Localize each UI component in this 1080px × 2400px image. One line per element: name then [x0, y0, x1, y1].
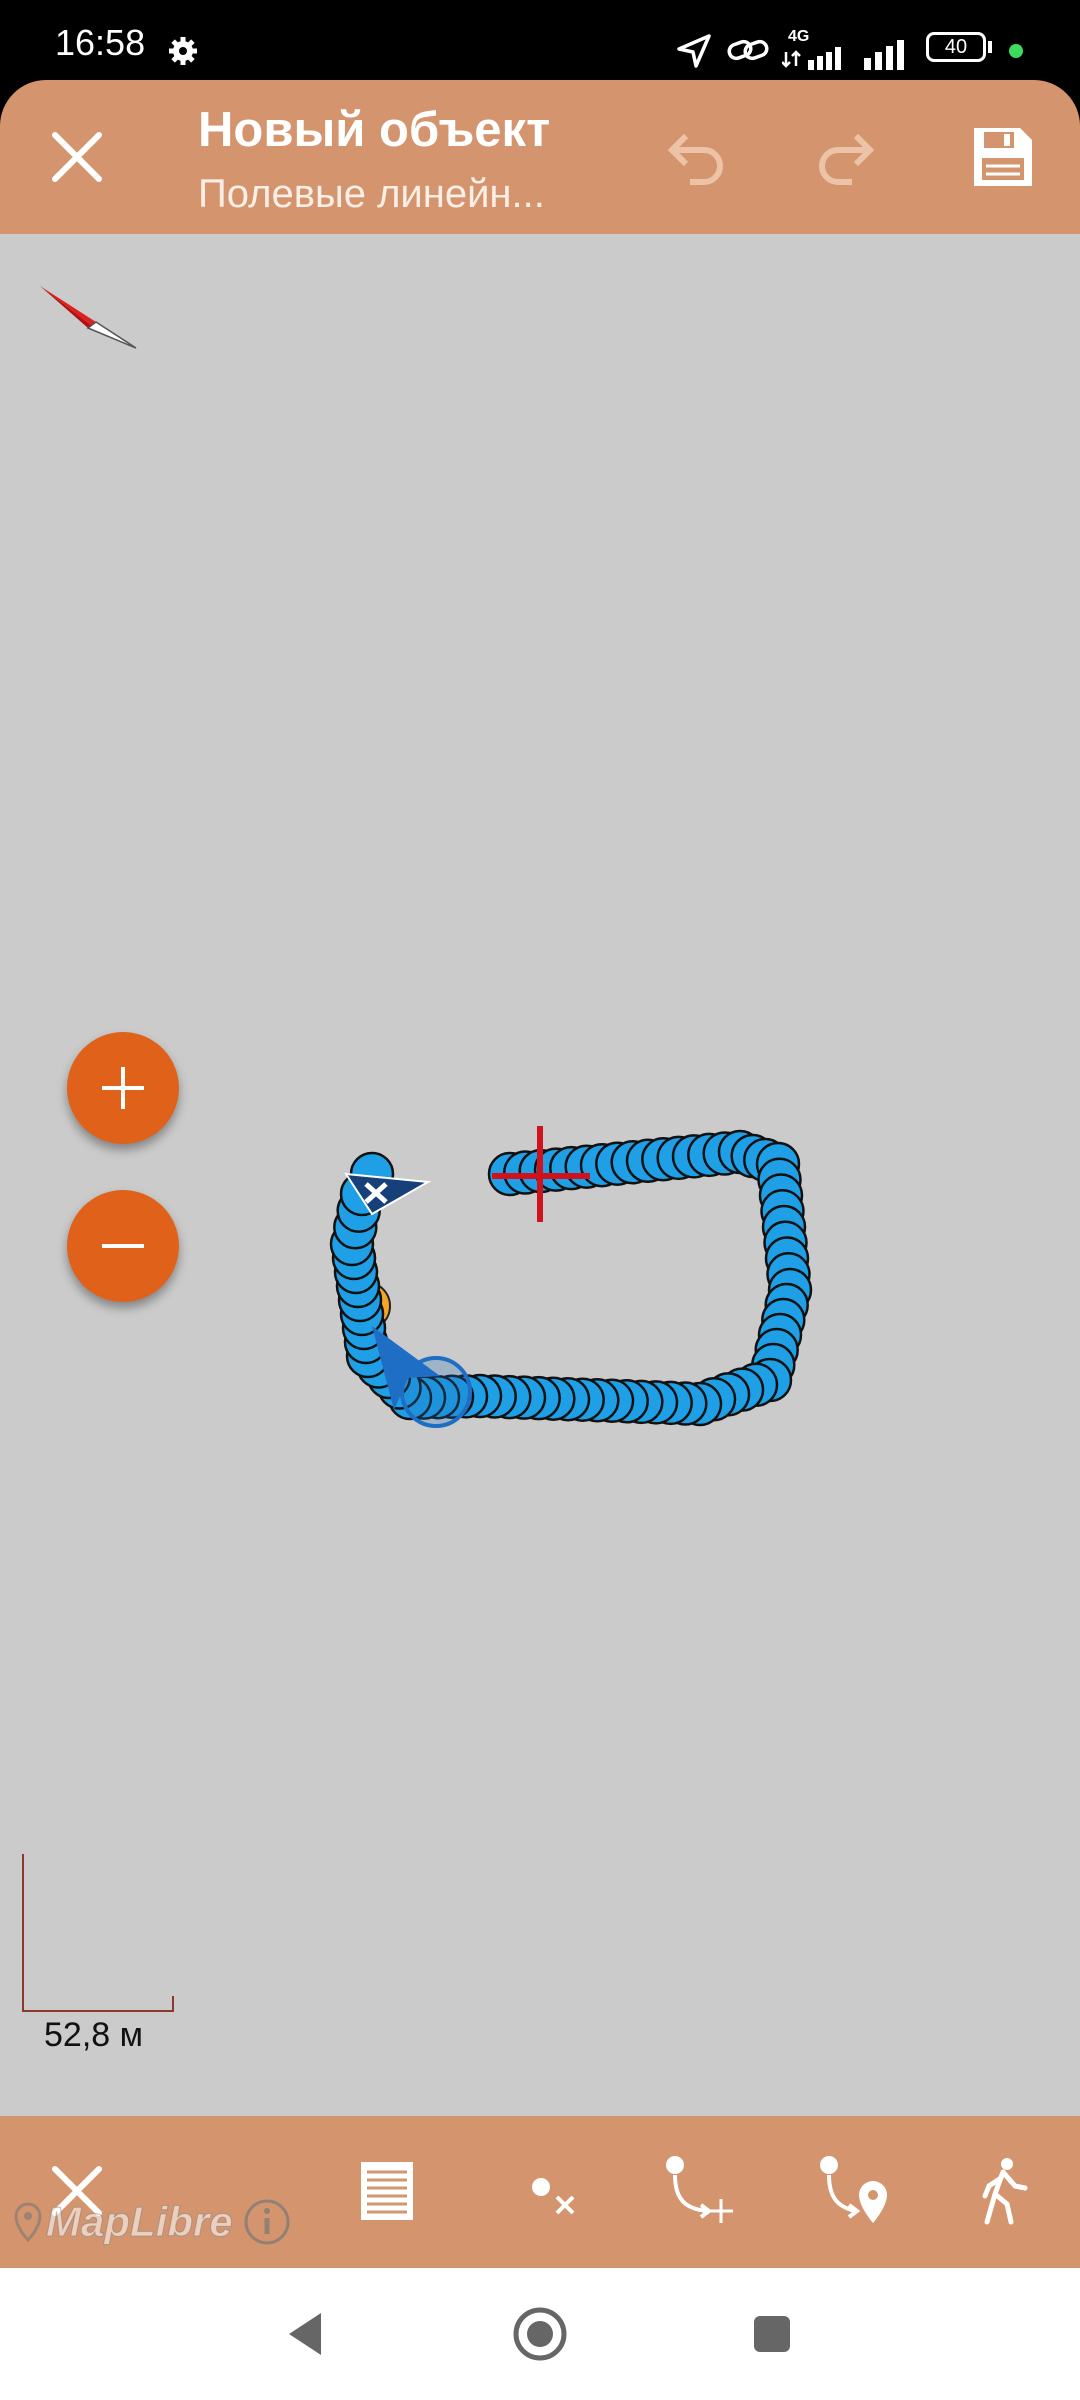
system-nav-bar: [0, 2268, 1080, 2400]
zoom-in-button[interactable]: [67, 1032, 179, 1144]
map-pin-icon: [14, 2202, 42, 2242]
back-icon: [289, 2313, 321, 2355]
plus-icon: [102, 1067, 144, 1109]
delete-vertex-button[interactable]: [498, 2136, 608, 2246]
home-icon: [513, 2307, 567, 2361]
battery-tip: [988, 41, 992, 53]
location-arrow-icon: [677, 34, 711, 68]
privacy-indicator-dot: [1009, 44, 1023, 58]
scale-bar: [22, 1854, 174, 2012]
attributes-button[interactable]: [332, 2136, 442, 2246]
status-time: 16:58: [55, 22, 146, 63]
save-button[interactable]: [948, 102, 1058, 212]
zoom-out-button[interactable]: [67, 1190, 179, 1302]
add-vertex-button[interactable]: [642, 2136, 752, 2246]
walk-icon: [982, 2158, 1028, 2225]
page-subtitle: Полевые линейн...: [198, 172, 545, 216]
list-icon: [361, 2162, 413, 2220]
add-vertex-icon: [666, 2156, 733, 2223]
track-layer: [329, 1126, 813, 1428]
walk-mode-button[interactable]: [948, 2136, 1058, 2246]
link-icon: [727, 39, 769, 61]
undo-icon: [667, 133, 723, 185]
scale-tick: [172, 1996, 174, 2012]
info-icon[interactable]: [243, 2198, 291, 2246]
battery-icon: 40: [926, 32, 986, 62]
undo-button[interactable]: [640, 102, 750, 212]
status-bar: 16:58 4G 40: [0, 0, 1080, 80]
scale-label: 52,8 м: [44, 2016, 143, 2054]
editor-toolbar: Новый объект Полевые линейн...: [0, 80, 1080, 234]
add-point-icon: [820, 2156, 887, 2223]
map-view[interactable]: 52,8 м: [0, 234, 1080, 2116]
gear-icon: [169, 37, 197, 65]
delete-vertex-icon: [532, 2178, 575, 2215]
minus-icon: [102, 1244, 144, 1248]
redo-icon: [819, 133, 875, 185]
signal-icon: [864, 40, 904, 70]
close-button[interactable]: [22, 102, 132, 212]
page-title: Новый объект: [198, 103, 551, 157]
nav-recents-button[interactable]: [736, 2298, 808, 2370]
add-point-button[interactable]: [800, 2136, 910, 2246]
attribution-text: MapLibre: [46, 2198, 234, 2246]
battery-level: 40: [944, 36, 968, 58]
nav-home-button[interactable]: [504, 2298, 576, 2370]
redo-button[interactable]: [792, 102, 902, 212]
recents-icon: [754, 2316, 790, 2352]
nav-back-button[interactable]: [270, 2298, 342, 2370]
signal-icon: [782, 47, 841, 70]
save-icon: [974, 128, 1032, 186]
close-icon: [52, 132, 102, 182]
maplibre-attribution[interactable]: MapLibre: [14, 2198, 291, 2246]
